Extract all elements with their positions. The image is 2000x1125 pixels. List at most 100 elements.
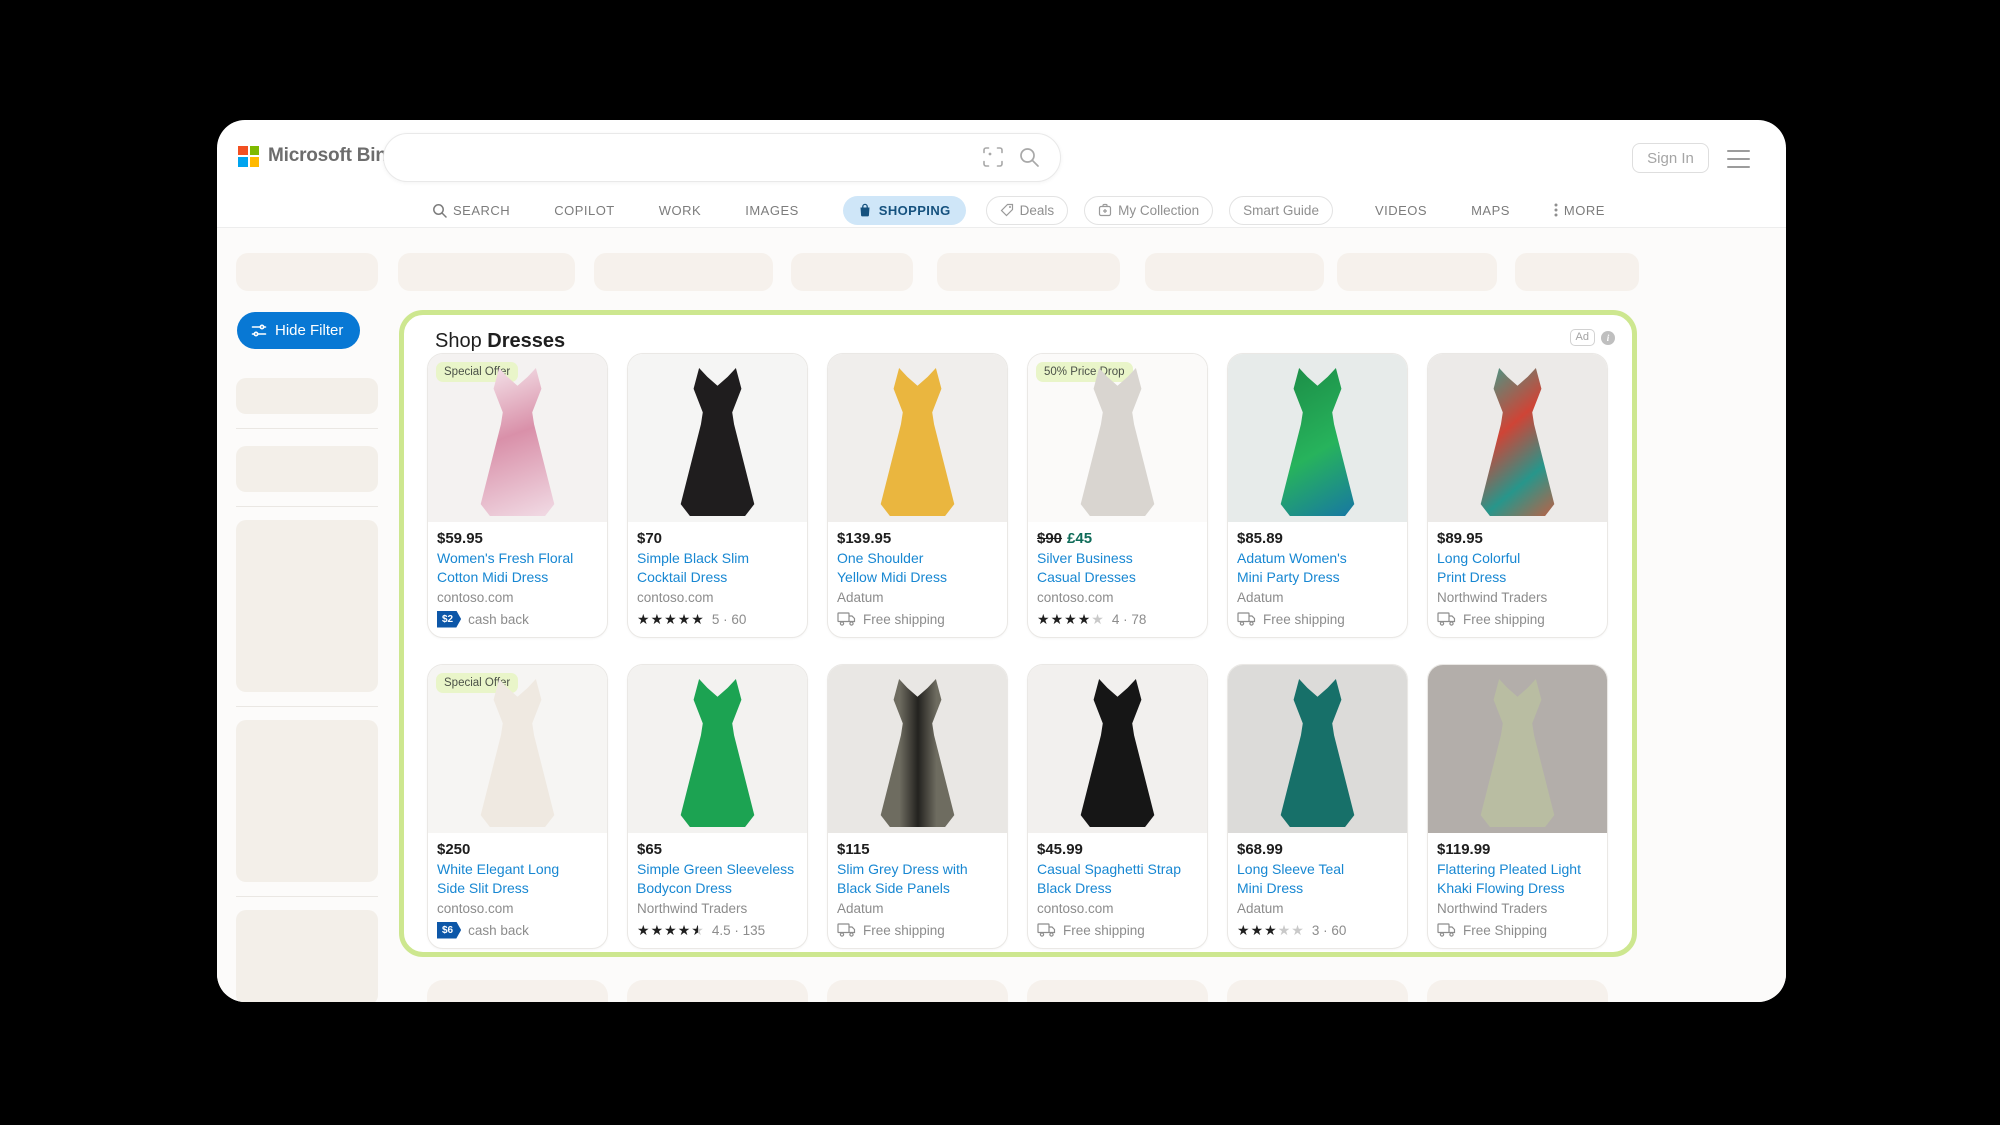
product-seller: Adatum (1237, 589, 1398, 606)
tab-maps[interactable]: MAPS (1471, 196, 1510, 224)
shop-ad-panel: Shop Dresses Ad i Special Offer $59.95 W… (399, 310, 1637, 957)
product-title-link[interactable]: One Shoulder Yellow Midi Dress (837, 549, 998, 587)
visual-search-camera-icon[interactable] (982, 146, 1004, 168)
info-icon[interactable]: i (1601, 331, 1615, 345)
star-icon: ★ (651, 922, 665, 938)
product-card[interactable]: 50% Price Drop $90 £45 Silver Business C… (1027, 353, 1208, 638)
product-seller: contoso.com (437, 900, 598, 917)
tab-search[interactable]: SEARCH (432, 196, 510, 224)
product-card[interactable]: $115 Slim Grey Dress with Black Side Pan… (827, 664, 1008, 949)
product-card[interactable]: $68.99 Long Sleeve Teal Mini Dress Adatu… (1227, 664, 1408, 949)
product-title-link[interactable]: White Elegant Long Side Slit Dress (437, 860, 598, 898)
dress-graphic (1272, 368, 1364, 516)
product-title-link[interactable]: Simple Green Sleeveless Bodycon Dress (637, 860, 798, 898)
search-icon[interactable] (1018, 146, 1040, 168)
product-title-link[interactable]: Simple Black Slim Cocktail Dress (637, 549, 798, 587)
product-card[interactable]: $89.95 Long Colorful Print Dress Northwi… (1427, 353, 1608, 638)
cashback-badge: $2 (437, 611, 461, 628)
hide-filter-label: Hide Filter (275, 322, 343, 339)
shipping-label: Free shipping (863, 612, 945, 627)
placeholder-pill (1145, 253, 1324, 291)
tab-search-label: SEARCH (453, 203, 510, 218)
hide-filter-button[interactable]: Hide Filter (237, 312, 360, 349)
truck-icon (1237, 612, 1256, 626)
tab-smart-guide[interactable]: Smart Guide (1229, 196, 1333, 225)
star-icon: ★ (1291, 922, 1305, 938)
product-price: $250 (437, 841, 470, 858)
product-title-link[interactable]: Adatum Women's Mini Party Dress (1237, 549, 1398, 587)
rating-label: 3 · 60 (1312, 923, 1347, 938)
product-title-link[interactable]: Long Colorful Print Dress (1437, 549, 1598, 587)
tab-images[interactable]: IMAGES (745, 196, 799, 224)
ad-label: Ad (1570, 329, 1595, 346)
ad-cluster: Ad i (1570, 329, 1615, 346)
product-card[interactable]: $85.89 Adatum Women's Mini Party Dress A… (1227, 353, 1408, 638)
tab-videos[interactable]: VIDEOS (1375, 196, 1427, 224)
placeholder-filter-row (236, 446, 378, 492)
star-icon: ★ (651, 611, 665, 627)
more-kebab-icon (1554, 203, 1558, 217)
product-seller: contoso.com (437, 589, 598, 606)
product-card[interactable]: Special Offer $59.95 Women's Fresh Flora… (427, 353, 608, 638)
price-row: $45.99 (1037, 841, 1198, 858)
product-seller: Adatum (837, 589, 998, 606)
product-title-link[interactable]: Casual Spaghetti Strap Black Dress (1037, 860, 1198, 898)
product-card[interactable]: Special Offer $250 White Elegant Long Si… (427, 664, 608, 949)
placeholder-card (627, 980, 808, 1002)
star-rating: ★★★★★ (1237, 923, 1305, 937)
panel-title-regular: Shop (435, 330, 482, 352)
product-title-link[interactable]: Women's Fresh Floral Cotton Midi Dress (437, 549, 598, 587)
star-icon: ★ (664, 611, 678, 627)
product-card[interactable]: $119.99 Flattering Pleated Light Khaki F… (1427, 664, 1608, 949)
tab-my-collection-label: My Collection (1118, 203, 1199, 218)
star-icon: ★ (637, 922, 651, 938)
product-card[interactable]: $139.95 One Shoulder Yellow Midi Dress A… (827, 353, 1008, 638)
tab-shopping[interactable]: SHOPPING (843, 196, 966, 225)
tab-more[interactable]: MORE (1554, 196, 1605, 224)
hamburger-menu-icon[interactable] (1727, 150, 1750, 168)
product-title-link[interactable]: Slim Grey Dress with Black Side Panels (837, 860, 998, 898)
sign-in-button[interactable]: Sign In (1632, 143, 1709, 173)
sidebar-divider (236, 428, 378, 429)
product-seller: contoso.com (1037, 589, 1198, 606)
tab-deals[interactable]: Deals (986, 196, 1069, 225)
truck-icon (1037, 923, 1056, 937)
product-info: $70 Simple Black Slim Cocktail Dress con… (628, 522, 807, 637)
product-title-link[interactable]: Long Sleeve Teal Mini Dress (1237, 860, 1398, 898)
product-price: $68.99 (1237, 841, 1283, 858)
cashback-row: $6 cash back (437, 921, 598, 939)
bing-logo[interactable]: Microsoft Bing (238, 145, 398, 167)
collection-icon (1098, 203, 1112, 217)
search-tab-icon (432, 203, 447, 218)
rating-row: ★★★★★ 4 · 78 (1037, 610, 1198, 628)
product-image (628, 354, 807, 522)
placeholder-filter-block (236, 910, 378, 1002)
price-row: $90 £45 (1037, 530, 1198, 547)
rating-row: ★★★★★ 4.5 · 135 (637, 921, 798, 939)
tab-work[interactable]: WORK (659, 196, 701, 224)
search-input[interactable] (406, 135, 970, 180)
star-icon: ★ (1064, 611, 1078, 627)
product-card[interactable]: $65 Simple Green Sleeveless Bodycon Dres… (627, 664, 808, 949)
price-row: $70 (637, 530, 798, 547)
rating-row: ★★★★★ 3 · 60 (1237, 921, 1398, 939)
shipping-row: Free shipping (1037, 921, 1198, 939)
placeholder-pill (398, 253, 575, 291)
dress-graphic (1472, 679, 1564, 827)
product-card[interactable]: $45.99 Casual Spaghetti Strap Black Dres… (1027, 664, 1208, 949)
logo-text: Microsoft Bing (268, 145, 398, 167)
product-image: Special Offer (428, 665, 607, 833)
product-title-link[interactable]: Flattering Pleated Light Khaki Flowing D… (1437, 860, 1598, 898)
product-title-link[interactable]: Silver Business Casual Dresses (1037, 549, 1198, 587)
product-image (1428, 665, 1607, 833)
tab-copilot[interactable]: COPILOT (554, 196, 615, 224)
star-icon: ★ (1278, 922, 1292, 938)
product-image (1228, 354, 1407, 522)
tab-my-collection[interactable]: My Collection (1084, 196, 1213, 225)
sidebar-divider (236, 706, 378, 707)
search-bar[interactable] (383, 133, 1061, 182)
price-row: $65 (637, 841, 798, 858)
product-image (1428, 354, 1607, 522)
shipping-row: Free shipping (837, 921, 998, 939)
product-card[interactable]: $70 Simple Black Slim Cocktail Dress con… (627, 353, 808, 638)
